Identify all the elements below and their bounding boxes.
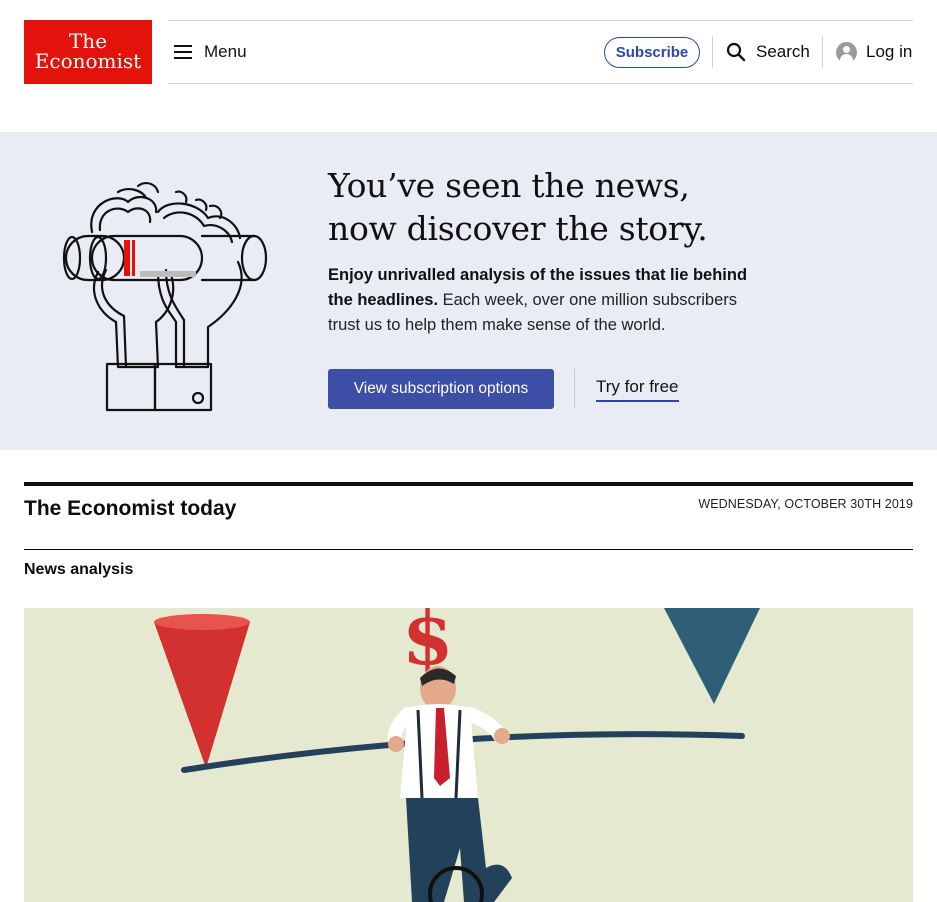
header-divider [822,36,823,68]
promo-divider [574,369,575,409]
header-bar: Menu Subscribe Search Log in [168,20,913,84]
site-header: The Economist Menu Subscribe Search Log … [0,0,937,104]
header-divider [712,36,713,68]
section-top-rule [24,482,913,486]
menu-label: Menu [204,42,247,61]
promo-heading-line-2: now discover the story. [328,209,708,248]
binoculars-hands-illustration [62,182,268,412]
search-icon [726,42,746,62]
search-label: Search [756,42,810,61]
search-button[interactable]: Search [726,39,810,65]
menu-button[interactable]: Menu [174,39,247,65]
menu-icon [174,45,192,59]
economist-logo[interactable]: The Economist [24,20,152,84]
page-title: The Economist today [24,497,237,520]
promo-heading: You’ve seen the news, now discover the s… [328,164,808,250]
section-rule [24,549,913,550]
logo-line-1: The [68,29,108,53]
view-subscription-options-button[interactable]: View subscription options [328,369,554,409]
subscribe-button[interactable]: Subscribe [604,37,700,68]
logo-line-2: Economist [34,49,142,73]
login-button[interactable]: Log in [836,39,912,65]
try-for-free-link[interactable]: Try for free [596,377,679,402]
news-analysis-label: News analysis [24,561,134,578]
issue-date: WEDNESDAY, OCTOBER 30TH 2019 [698,497,913,511]
subscription-promo-banner: You’ve seen the news, now discover the s… [0,132,937,450]
user-avatar-icon [836,41,857,63]
lead-article-image[interactable]: $ [24,608,913,902]
promo-body: Enjoy unrivalled analysis of the issues … [328,263,768,338]
balancing-man-illustration: $ [154,608,760,902]
promo-heading-line-1: You’ve seen the news, [328,166,690,205]
login-label: Log in [866,42,913,61]
